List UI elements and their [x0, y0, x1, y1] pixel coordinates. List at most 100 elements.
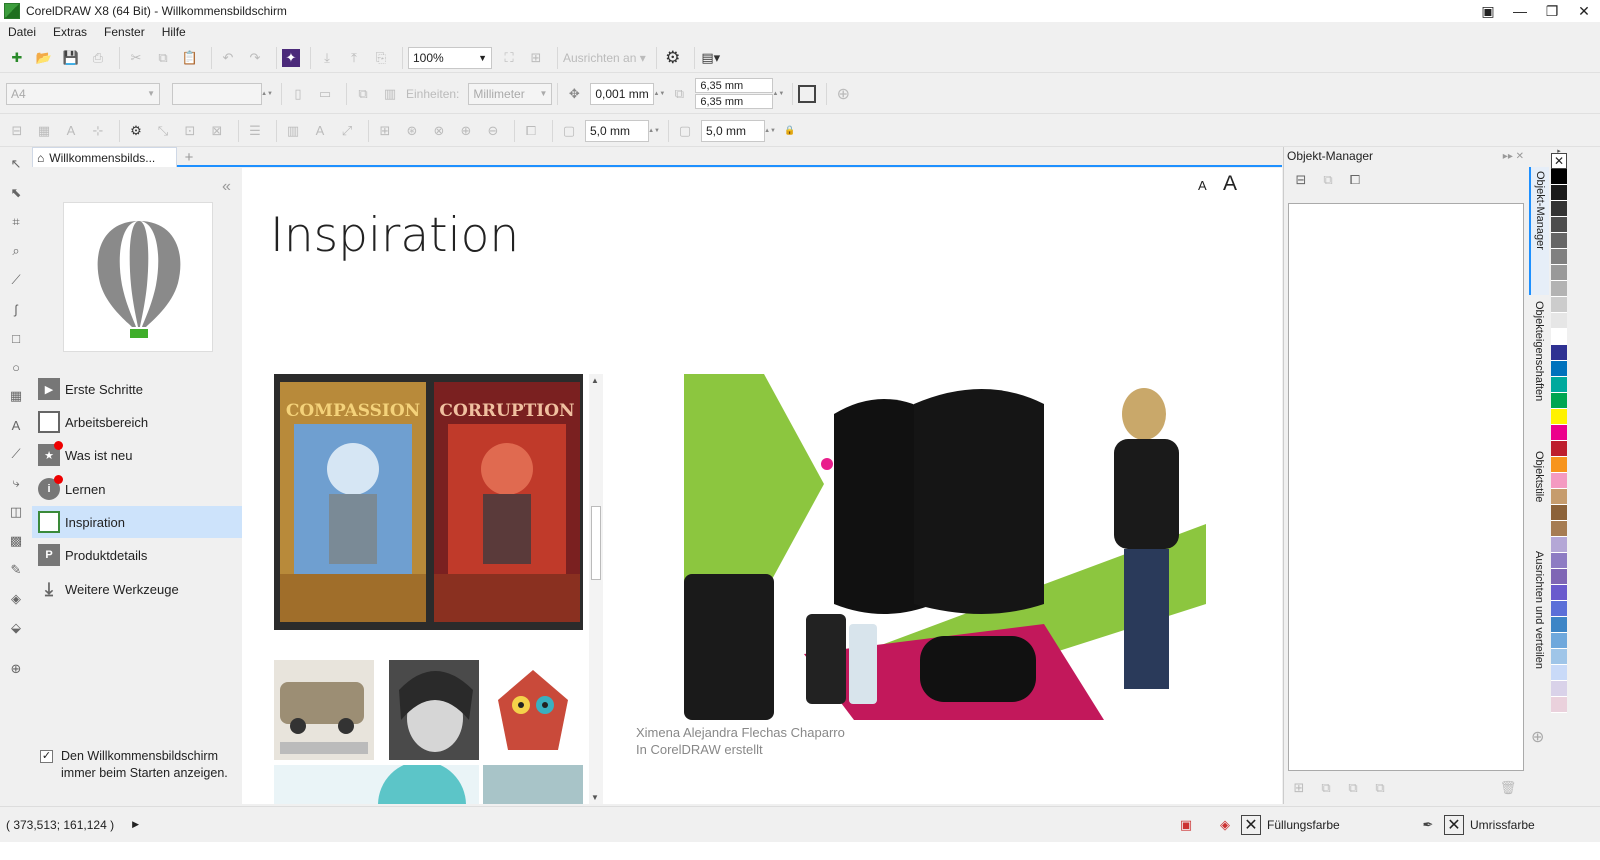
color-swatch[interactable]	[1551, 233, 1567, 249]
nav-arbeitsbereich[interactable]: Arbeitsbereich	[32, 406, 242, 438]
add-tab-button[interactable]: +	[180, 149, 198, 166]
color-swatch[interactable]	[1551, 601, 1567, 617]
pdf-icon[interactable]: ⎘	[370, 47, 392, 69]
smart-fill-icon[interactable]: ⬙	[5, 617, 27, 639]
nav-inspiration[interactable]: Inspiration	[32, 506, 242, 538]
connector-tool-icon[interactable]: ⤷	[5, 472, 27, 494]
table-icon[interactable]: ▦	[33, 120, 55, 142]
color-swatch[interactable]	[1551, 681, 1567, 697]
edit-across-layers-icon[interactable]: ⧉	[1317, 169, 1339, 191]
color-swatch[interactable]	[1551, 169, 1567, 185]
copy-icon[interactable]: ⧉	[152, 47, 174, 69]
units-select[interactable]: Millimeter ▼	[468, 82, 553, 105]
align-to-dropdown[interactable]: Ausrichten an ▾	[563, 47, 646, 69]
trim-icon[interactable]: ⊗	[428, 120, 450, 142]
page-width-field[interactable]	[172, 82, 262, 105]
layer-options-icon[interactable]: ⊟	[1290, 169, 1312, 191]
zoom-tool-icon[interactable]: ⌕	[5, 240, 27, 262]
height-field[interactable]: 5,0 mm	[701, 119, 765, 142]
color-proof-icon[interactable]: ▣	[1175, 814, 1197, 836]
treat-as-filled-icon[interactable]	[798, 84, 817, 103]
docker-tab-objekt-manager[interactable]: Objekt-Manager	[1529, 167, 1549, 295]
options-gear-icon[interactable]: ⚙	[662, 47, 684, 69]
menu-fenster[interactable]: Fenster	[104, 25, 145, 39]
minimize-button[interactable]: —	[1504, 0, 1536, 22]
collapse-nav-icon[interactable]: «	[222, 178, 231, 196]
color-swatch[interactable]	[1551, 329, 1567, 345]
new-master-layer-icon[interactable]: ⧉	[1315, 777, 1337, 799]
app-launcher-icon[interactable]: ▤▾	[700, 47, 722, 69]
screen-share-icon[interactable]: ▣	[1472, 0, 1504, 22]
nav-weitere-werkzeuge[interactable]: ⤓ Weitere Werkzeuge	[32, 573, 242, 605]
zoom-level-select[interactable]: 100% ▼	[408, 46, 492, 69]
gallery-thumbnail-owl[interactable]	[483, 660, 583, 760]
simplify-icon[interactable]: ⊖	[482, 120, 504, 142]
text-tool-icon[interactable]: A	[5, 414, 27, 436]
clear-transform-icon[interactable]: ⊠	[206, 120, 228, 142]
gallery-scrollbar[interactable]: ▲ ▼	[589, 374, 603, 804]
pick-tool-icon[interactable]: ↖	[5, 153, 27, 175]
save-icon[interactable]: 💾	[60, 47, 82, 69]
color-swatch[interactable]	[1551, 649, 1567, 665]
import-icon[interactable]: ⤓	[316, 47, 338, 69]
color-swatch[interactable]	[1551, 441, 1567, 457]
gallery-thumbnail-teal[interactable]	[274, 765, 479, 804]
duplicate-y-field[interactable]: 6,35 mm	[695, 94, 774, 109]
shadow-tool-icon[interactable]: ◫	[5, 501, 27, 523]
align-icon[interactable]: ⊞	[374, 120, 396, 142]
artistic-media-icon[interactable]: ʃ	[5, 298, 27, 320]
portrait-icon[interactable]: ▯	[287, 83, 309, 105]
new-layer-icon[interactable]: ⊞	[1288, 777, 1310, 799]
color-swatch[interactable]	[1551, 473, 1567, 489]
panel-close-icon[interactable]: ▸▸ ✕	[1503, 151, 1524, 162]
color-swatch[interactable]	[1551, 409, 1567, 425]
add-docker-icon[interactable]: ⊕	[1531, 727, 1544, 747]
show-rulers-icon[interactable]: ⊞	[525, 47, 547, 69]
width-field[interactable]: 5,0 mm	[585, 119, 649, 142]
color-swatch[interactable]	[1551, 345, 1567, 361]
object-settings-icon[interactable]: ⚙	[125, 120, 147, 142]
color-swatch[interactable]	[1551, 521, 1567, 537]
color-swatch[interactable]	[1551, 617, 1567, 633]
status-expand-icon[interactable]: ▶	[132, 819, 139, 830]
open-folder-icon[interactable]: 📂	[33, 47, 55, 69]
group-icon[interactable]: ⧠	[520, 120, 542, 142]
nav-lernen[interactable]: i Lernen	[32, 473, 242, 505]
color-swatch[interactable]	[1551, 553, 1567, 569]
color-swatch[interactable]	[1551, 457, 1567, 473]
no-color-swatch[interactable]: ✕	[1551, 153, 1567, 169]
close-button[interactable]: ✕	[1568, 0, 1600, 22]
add-tool-icon[interactable]: ⊕	[5, 658, 27, 680]
new-master-layer-odd-icon[interactable]: ⧉	[1342, 777, 1364, 799]
all-pages-icon[interactable]: ⧉	[352, 83, 374, 105]
color-swatch[interactable]	[1551, 201, 1567, 217]
menu-extras[interactable]: Extras	[53, 25, 87, 39]
resize-icon[interactable]: ⤢	[336, 120, 358, 142]
page-size-select[interactable]: A4 ▼	[6, 82, 160, 105]
text-layout-icon[interactable]: ⊟	[6, 120, 28, 142]
eyedropper-tool-icon[interactable]: ✎	[5, 559, 27, 581]
full-screen-icon[interactable]: ⛶	[498, 47, 520, 69]
search-content-icon[interactable]: ✦	[282, 48, 300, 67]
shape-tool-icon[interactable]: ⬉	[5, 182, 27, 204]
gallery-thumbnail-portrait[interactable]	[389, 660, 479, 760]
color-swatch[interactable]	[1551, 393, 1567, 409]
color-swatch[interactable]	[1551, 425, 1567, 441]
envelope-icon[interactable]: ⊡	[179, 120, 201, 142]
welcome-tab[interactable]: ⌂ Willkommensbilds...	[32, 147, 177, 167]
nav-was-ist-neu[interactable]: ★ Was ist neu	[32, 439, 242, 471]
nudge-distance-field[interactable]: 0,001 mm	[590, 82, 655, 105]
color-swatch[interactable]	[1551, 185, 1567, 201]
duplicate-x-field[interactable]: 6,35 mm	[695, 78, 774, 93]
font-size-small-button[interactable]: A	[1198, 178, 1207, 193]
color-swatch[interactable]	[1551, 361, 1567, 377]
export-icon[interactable]: ⤒	[343, 47, 365, 69]
delete-icon[interactable]: 🗑	[1497, 777, 1519, 799]
paragraph-icon[interactable]: ☰	[244, 120, 266, 142]
color-swatch[interactable]	[1551, 505, 1567, 521]
color-swatch[interactable]	[1551, 633, 1567, 649]
new-document-icon[interactable]: ✚	[6, 47, 28, 69]
intersect-icon[interactable]: ⊕	[455, 120, 477, 142]
fill-none-swatch[interactable]: ✕	[1241, 814, 1261, 835]
connector-icon[interactable]: ⊹	[87, 120, 109, 142]
